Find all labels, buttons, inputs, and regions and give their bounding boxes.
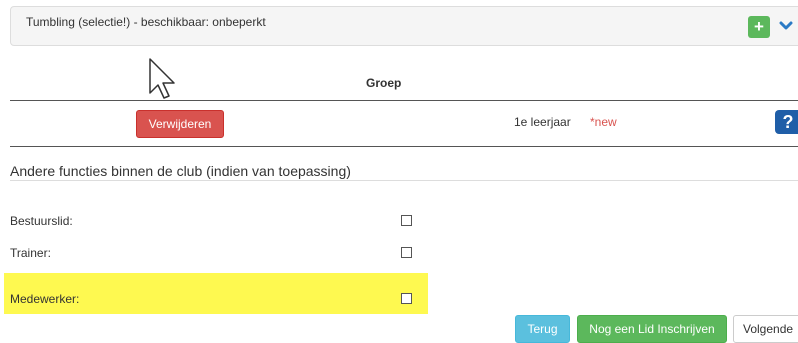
help-icon[interactable]: ?	[775, 110, 798, 134]
medewerker-label: Medewerker:	[10, 292, 80, 306]
register-another-button[interactable]: Nog een Lid Inschrijven	[577, 315, 727, 343]
table-divider	[10, 100, 798, 101]
column-header-groep: Groep	[366, 76, 402, 90]
course-panel: Tumbling (selectie!) - beschikbaar: onbe…	[10, 6, 798, 46]
add-button[interactable]: +	[748, 16, 770, 38]
row-new-tag: *new	[590, 115, 617, 129]
section-title: Andere functies binnen de club (indien v…	[10, 163, 351, 179]
panel-title: Tumbling (selectie!) - beschikbaar: onbe…	[26, 15, 266, 29]
next-button[interactable]: Volgende	[733, 315, 798, 343]
section-divider	[10, 180, 798, 181]
back-button[interactable]: Terug	[515, 315, 570, 343]
bestuurslid-label: Bestuurslid:	[10, 214, 73, 228]
chevron-down-icon[interactable]	[779, 21, 793, 31]
mouse-cursor-icon	[149, 58, 175, 99]
plus-icon: +	[754, 17, 764, 36]
bestuurslid-checkbox[interactable]	[401, 215, 412, 226]
trainer-label: Trainer:	[10, 246, 51, 260]
trainer-checkbox[interactable]	[401, 247, 412, 258]
table-bottom-divider	[10, 146, 798, 147]
delete-button[interactable]: Verwijderen	[136, 110, 224, 138]
medewerker-checkbox[interactable]	[401, 293, 412, 304]
row-grade: 1e leerjaar	[514, 115, 571, 129]
